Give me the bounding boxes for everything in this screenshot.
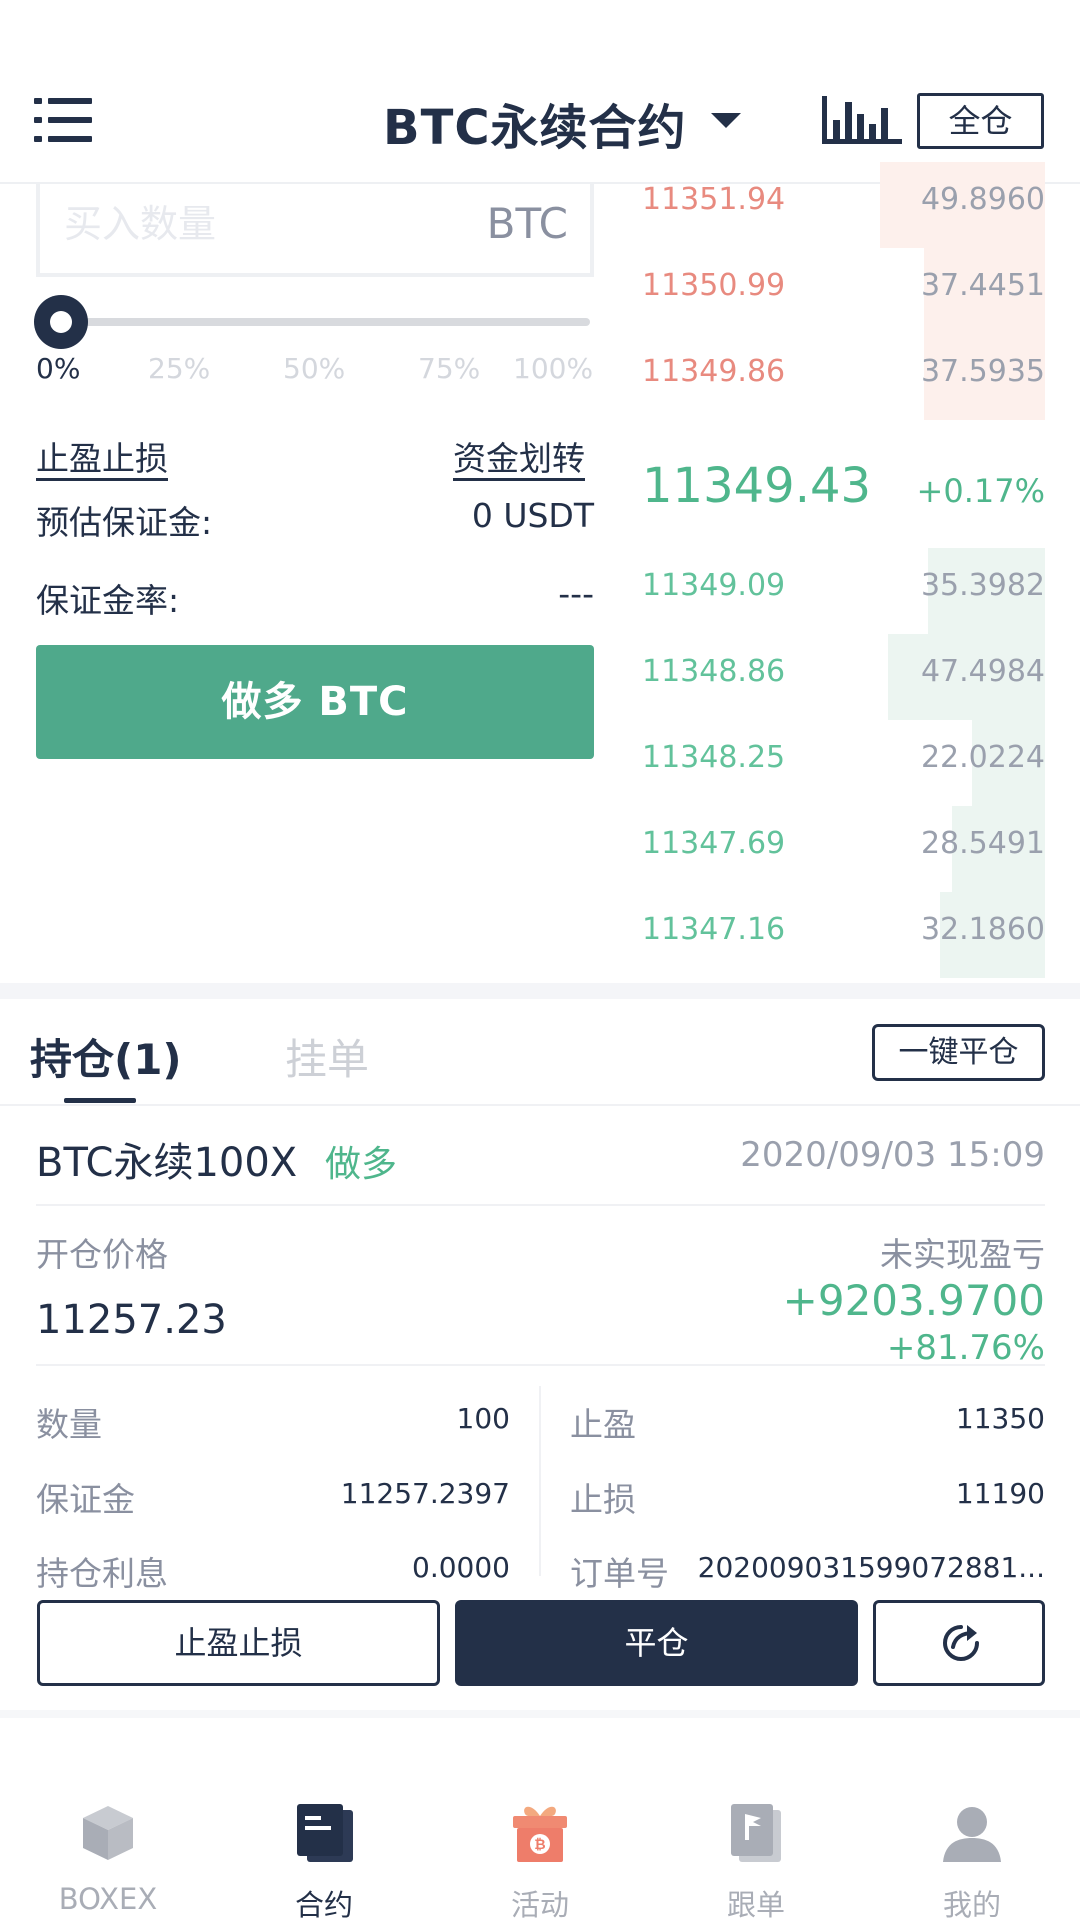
ask-price: 11349.86	[642, 354, 786, 389]
nav-boxex[interactable]: BOXEX	[0, 1800, 216, 1921]
ask-amount: 37.4451	[920, 268, 1045, 303]
order-number-label: 订单号	[570, 1554, 669, 1593]
section-divider	[0, 983, 1080, 999]
section-divider	[0, 1710, 1080, 1718]
copy-trade-icon	[731, 1804, 781, 1862]
margin-label: 保证金	[36, 1480, 135, 1519]
nav-label: 活动	[510, 1888, 569, 1921]
nav-activity[interactable]: ₿ 活动	[432, 1800, 648, 1921]
bid-row[interactable]: 11347.69 28.5491	[642, 806, 1045, 892]
open-long-button[interactable]: 做多 BTC	[36, 645, 594, 759]
ask-amount: 37.5935	[920, 354, 1045, 389]
nav-copy-trade[interactable]: 跟单	[648, 1800, 864, 1921]
quantity-input[interactable]	[64, 194, 444, 254]
tp-sl-button[interactable]: 止盈止损	[37, 1600, 440, 1686]
bid-row[interactable]: 11347.16 32.1860	[642, 892, 1045, 978]
price-change: +0.17%	[916, 472, 1045, 510]
unrealized-pnl-percent: +81.76%	[886, 1328, 1045, 1368]
bid-price: 11349.09	[642, 568, 786, 603]
margin-rate-value: ---	[558, 574, 594, 613]
nav-label: 我的	[942, 1888, 1001, 1921]
tab-orders[interactable]: 挂单	[285, 1026, 369, 1087]
bid-amount: 32.1860	[920, 912, 1045, 947]
bid-amount: 35.3982	[920, 568, 1045, 603]
tab-divider	[0, 1104, 1080, 1106]
take-profit-label: 止盈	[570, 1405, 636, 1444]
take-profit-value: 11350	[955, 1402, 1045, 1435]
bid-row[interactable]: 11348.25 22.0224	[642, 720, 1045, 806]
transfer-link[interactable]: 资金划转	[453, 432, 585, 480]
column-divider	[539, 1386, 541, 1576]
last-price: 11349.43	[642, 458, 872, 514]
user-icon	[943, 1807, 1001, 1862]
ask-price: 11351.94	[642, 182, 786, 217]
nav-label: BOXEX	[58, 1882, 158, 1916]
open-price-label: 开仓价格	[36, 1235, 168, 1274]
contract-title[interactable]: BTC永续合约	[383, 88, 687, 158]
close-position-button[interactable]: 平仓	[455, 1600, 858, 1686]
bid-price: 11347.69	[642, 826, 786, 861]
order-number-value: 202009031599072881...	[697, 1551, 1045, 1584]
contract-icon	[297, 1804, 353, 1862]
share-icon	[943, 1625, 979, 1661]
ask-price: 11350.99	[642, 268, 786, 303]
cube-icon	[83, 1806, 133, 1860]
margin-mode-button[interactable]: 全仓	[917, 93, 1044, 149]
quantity-unit: BTC	[486, 199, 568, 248]
tab-positions[interactable]: 持仓(1)	[30, 1026, 182, 1087]
bid-row[interactable]: 11349.09 35.3982	[642, 548, 1045, 634]
card-divider	[36, 1364, 1045, 1366]
percent-option-75[interactable]: 75%	[418, 352, 480, 385]
open-price-value: 11257.23	[36, 1297, 227, 1343]
share-button[interactable]	[873, 1600, 1045, 1686]
interest-label: 持仓利息	[36, 1554, 168, 1593]
ask-row[interactable]: 11349.86 37.5935	[642, 334, 1045, 420]
nav-profile[interactable]: 我的	[864, 1800, 1080, 1921]
percent-option-100[interactable]: 100%	[513, 352, 593, 385]
svg-text:₿: ₿	[534, 1837, 545, 1853]
unrealized-pnl-value: +9203.9700	[782, 1276, 1045, 1325]
quantity-value: 100	[456, 1402, 510, 1435]
nav-label: 跟单	[726, 1888, 785, 1921]
ask-row[interactable]: 11350.99 37.4451	[642, 248, 1045, 334]
interest-value: 0.0000	[412, 1551, 510, 1584]
leverage-slider-track[interactable]	[60, 318, 590, 326]
margin-rate-label: 保证金率:	[36, 581, 180, 620]
position-time: 2020/09/03 15:09	[740, 1135, 1045, 1175]
position-symbol: BTC永续100X	[36, 1140, 298, 1186]
nav-contract[interactable]: 合约	[216, 1800, 432, 1921]
gift-icon: ₿	[513, 1806, 567, 1862]
stop-loss-value: 11190	[955, 1477, 1045, 1510]
margin-value: 11257.2397	[340, 1477, 510, 1510]
percent-option-25[interactable]: 25%	[148, 352, 210, 385]
slider-handle[interactable]	[34, 295, 88, 349]
est-margin-value: 0 USDT	[471, 496, 594, 535]
ask-row[interactable]: 11351.94 49.8960	[642, 162, 1045, 248]
bid-amount: 22.0224	[920, 740, 1045, 775]
quantity-input-box: BTC	[36, 184, 594, 277]
position-side: 做多	[325, 1144, 398, 1185]
est-margin-label: 预估保证金:	[36, 503, 213, 542]
menu-icon[interactable]	[34, 98, 92, 142]
bid-price: 11347.16	[642, 912, 786, 947]
bid-amount: 47.4984	[920, 654, 1045, 689]
chevron-down-icon[interactable]	[711, 113, 741, 128]
tp-sl-link[interactable]: 止盈止损	[36, 432, 168, 480]
header: BTC永续合约 全仓	[0, 0, 1080, 184]
tab-active-indicator	[64, 1098, 136, 1103]
stop-loss-label: 止损	[570, 1480, 636, 1519]
unrealized-pnl-label: 未实现盈亏	[880, 1235, 1045, 1274]
kline-chart-icon[interactable]	[822, 92, 902, 146]
ask-amount: 49.8960	[920, 182, 1045, 217]
bid-price: 11348.25	[642, 740, 786, 775]
nav-label: 合约	[294, 1888, 353, 1921]
quantity-label: 数量	[36, 1405, 102, 1444]
percent-option-50[interactable]: 50%	[283, 352, 345, 385]
bid-row[interactable]: 11348.86 47.4984	[642, 634, 1045, 720]
percent-option-0[interactable]: 0%	[36, 352, 80, 385]
close-all-button[interactable]: 一键平仓	[872, 1024, 1045, 1081]
bid-price: 11348.86	[642, 654, 786, 689]
card-divider	[36, 1204, 1045, 1206]
bid-amount: 28.5491	[920, 826, 1045, 861]
